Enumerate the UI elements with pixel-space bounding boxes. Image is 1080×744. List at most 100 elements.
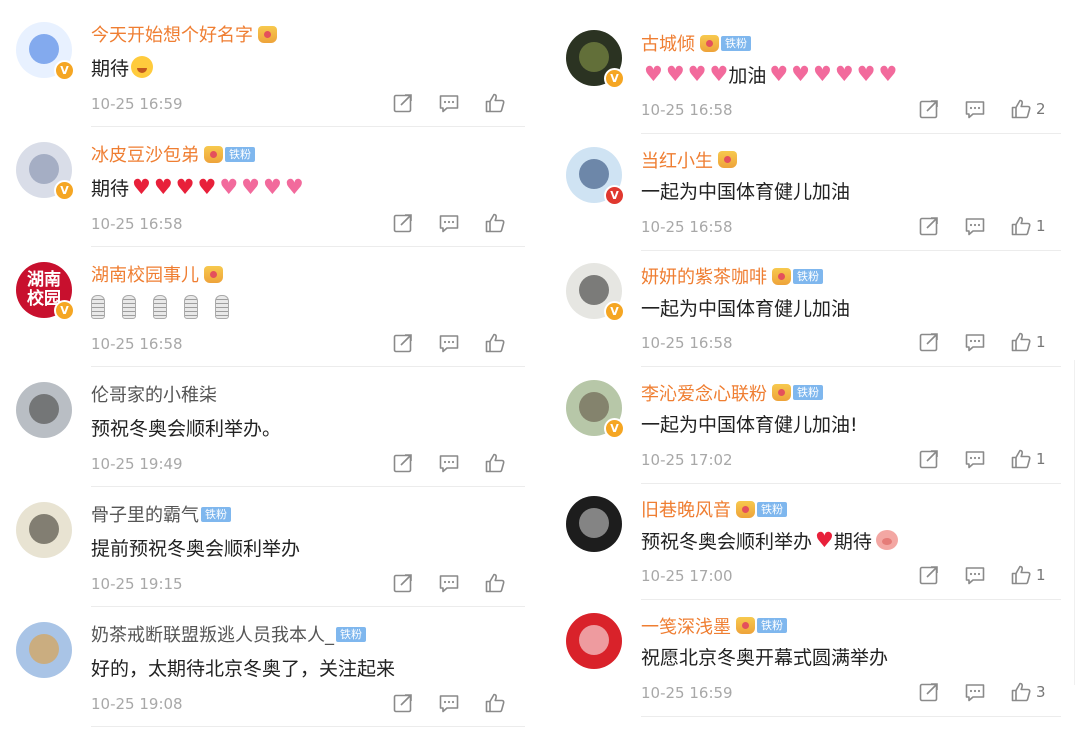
comment-item: 骨子里的霸气 铁粉 提前预祝冬奥会顺利举办 10-25 19:15 xyxy=(0,480,530,607)
comment-item: 湖南 校园 V 湖南校园事儿 10-25 16:58 xyxy=(0,240,530,367)
username-row: 李沁爱念心联粉 铁粉 xyxy=(641,381,823,405)
heart-emoji-icon: ♥ xyxy=(132,175,151,199)
verified-badge-icon: V xyxy=(54,60,75,81)
avatar-art xyxy=(579,508,609,538)
username-row: 一笺深浅墨 铁粉 xyxy=(641,614,787,638)
microphone-emoji-icon xyxy=(215,295,229,319)
username[interactable]: 骨子里的霸气 xyxy=(91,501,199,527)
comment-icon[interactable] xyxy=(964,681,986,703)
comment-text xyxy=(91,294,246,320)
comment-item: 旧巷晚风音 铁粉 预祝冬奥会顺利举办 ♥ 期待 10-25 17:00 1 xyxy=(550,466,1080,600)
share-icon[interactable] xyxy=(918,681,940,703)
like-count: 1 xyxy=(1036,216,1046,235)
like-icon[interactable] xyxy=(484,212,506,234)
share-icon[interactable] xyxy=(392,692,414,714)
pink-heart-emoji-icon: ♥ xyxy=(834,62,854,86)
username[interactable]: 奶茶戒断联盟叛逃人员我本人_ xyxy=(91,621,334,647)
fan-badge: 铁粉 xyxy=(225,146,255,162)
fan-badge: 铁粉 xyxy=(336,626,366,642)
username[interactable]: 湖南校园事儿 xyxy=(91,261,199,287)
timestamp: 10-25 16:59 xyxy=(641,683,733,702)
share-icon[interactable] xyxy=(392,572,414,594)
pink-heart-emoji-icon: ♥ xyxy=(219,175,239,199)
avatar[interactable] xyxy=(16,382,72,438)
share-icon[interactable] xyxy=(392,212,414,234)
comment-text-segment: 期待 xyxy=(91,177,130,200)
comment-text-segment: 加油 xyxy=(728,64,767,87)
member-crown-icon xyxy=(736,617,755,634)
username[interactable]: 伦哥家的小稚柒 xyxy=(91,381,217,407)
pink-heart-emoji-icon: ♥ xyxy=(856,62,876,86)
share-icon[interactable] xyxy=(392,332,414,354)
username[interactable]: 当红小生 xyxy=(641,147,713,173)
avatar[interactable] xyxy=(16,622,72,678)
username-row: 湖南校园事儿 xyxy=(91,262,223,286)
share-icon[interactable] xyxy=(392,452,414,474)
heart-emoji-icon: ♥ xyxy=(175,175,195,199)
fan-badge: 铁粉 xyxy=(757,501,787,517)
avatar-art xyxy=(29,154,59,184)
comment-item: V 今天开始想个好名字 期待 10-25 16:59 xyxy=(0,0,530,127)
username[interactable]: 冰皮豆沙包弟 xyxy=(91,141,199,167)
username[interactable]: 一笺深浅墨 xyxy=(641,613,731,639)
comment-item: V 李沁爱念心联粉 铁粉 一起为中国体育健儿加油! 10-25 17:02 1 xyxy=(550,350,1080,484)
pink-heart-emoji-icon: ♥ xyxy=(878,62,898,86)
avatar-art xyxy=(29,34,59,64)
pig-emoji-icon xyxy=(875,530,898,550)
comment-text: 一起为中国体育健儿加油 xyxy=(641,294,850,320)
member-crown-icon xyxy=(204,265,223,283)
comment-actions xyxy=(392,452,518,474)
comment-actions xyxy=(392,572,518,594)
comment-item: 奶茶戒断联盟叛逃人员我本人_ 铁粉 好的，太期待北京冬奥了，关注起来 10-25 19… xyxy=(0,600,530,727)
comment-text: 期待 ♥ ♥ ♥ ♥ ♥ ♥ ♥ ♥ xyxy=(91,174,304,200)
member-crown-icon xyxy=(700,34,719,52)
like-icon[interactable] xyxy=(1010,681,1032,703)
pink-heart-emoji-icon: ♥ xyxy=(769,62,789,86)
like-icon[interactable] xyxy=(484,332,506,354)
comment-text: 祝愿北京冬奥开幕式圆满举办 xyxy=(641,644,888,670)
username[interactable]: 妍妍的紫茶咖啡 xyxy=(641,263,767,289)
avatar-art xyxy=(29,634,59,664)
pink-heart-emoji-icon: ♥ xyxy=(644,62,663,86)
microphone-emoji-icon xyxy=(91,295,105,319)
avatar[interactable] xyxy=(566,496,622,552)
username-row: 冰皮豆沙包弟 铁粉 xyxy=(91,142,255,166)
comment-icon[interactable] xyxy=(438,332,460,354)
timestamp: 10-25 16:58 xyxy=(91,335,183,353)
comment-icon[interactable] xyxy=(438,692,460,714)
avatar-art xyxy=(29,394,59,424)
member-crown-icon xyxy=(718,151,737,168)
verified-badge-icon: V xyxy=(604,301,625,322)
heart-emoji-icon: ♥ xyxy=(197,175,217,199)
avatar[interactable] xyxy=(16,502,72,558)
comment-actions xyxy=(392,332,518,354)
comment-item: V 妍妍的紫茶咖啡 铁粉 一起为中国体育健儿加油 10-25 16:58 1 xyxy=(550,233,1080,367)
like-icon[interactable] xyxy=(484,452,506,474)
like-icon[interactable] xyxy=(484,572,506,594)
comment-actions: 3 xyxy=(918,681,1046,703)
username[interactable]: 旧巷晚风音 xyxy=(641,496,731,522)
username[interactable]: 今天开始想个好名字 xyxy=(91,21,253,47)
comment-text: 预祝冬奥会顺利举办 ♥ 期待 xyxy=(641,527,898,553)
comment-icon[interactable] xyxy=(438,92,460,114)
share-icon[interactable] xyxy=(392,92,414,114)
timestamp: 10-25 16:59 xyxy=(91,95,183,113)
pink-heart-emoji-icon: ♥ xyxy=(262,175,282,199)
like-count: 1 xyxy=(1036,566,1046,584)
like-icon[interactable] xyxy=(484,692,506,714)
comment-item: V 冰皮豆沙包弟 铁粉 期待 ♥ ♥ ♥ ♥ ♥ ♥ ♥ ♥ 10-25 16:58 xyxy=(0,120,530,247)
comment-icon[interactable] xyxy=(438,572,460,594)
comment-text: 预祝冬奥会顺利举办。 xyxy=(91,414,281,440)
comment-text-segment: 祝愿北京冬奥开幕式圆满举办 xyxy=(641,647,889,669)
heart-emoji-icon: ♥ xyxy=(815,528,834,552)
comment-icon[interactable] xyxy=(438,212,460,234)
username[interactable]: 李沁爱念心联粉 xyxy=(641,380,767,406)
like-icon[interactable] xyxy=(484,92,506,114)
comment-actions xyxy=(392,212,518,234)
comment-icon[interactable] xyxy=(438,452,460,474)
verified-badge-icon: V xyxy=(604,68,625,89)
microphone-emoji-icon xyxy=(153,295,167,319)
username[interactable]: 古城倾 xyxy=(641,30,695,56)
avatar[interactable] xyxy=(566,612,622,669)
comment-text: ♥ ♥ ♥ ♥ 加油 ♥ ♥ ♥ ♥ ♥ ♥ xyxy=(641,61,897,87)
